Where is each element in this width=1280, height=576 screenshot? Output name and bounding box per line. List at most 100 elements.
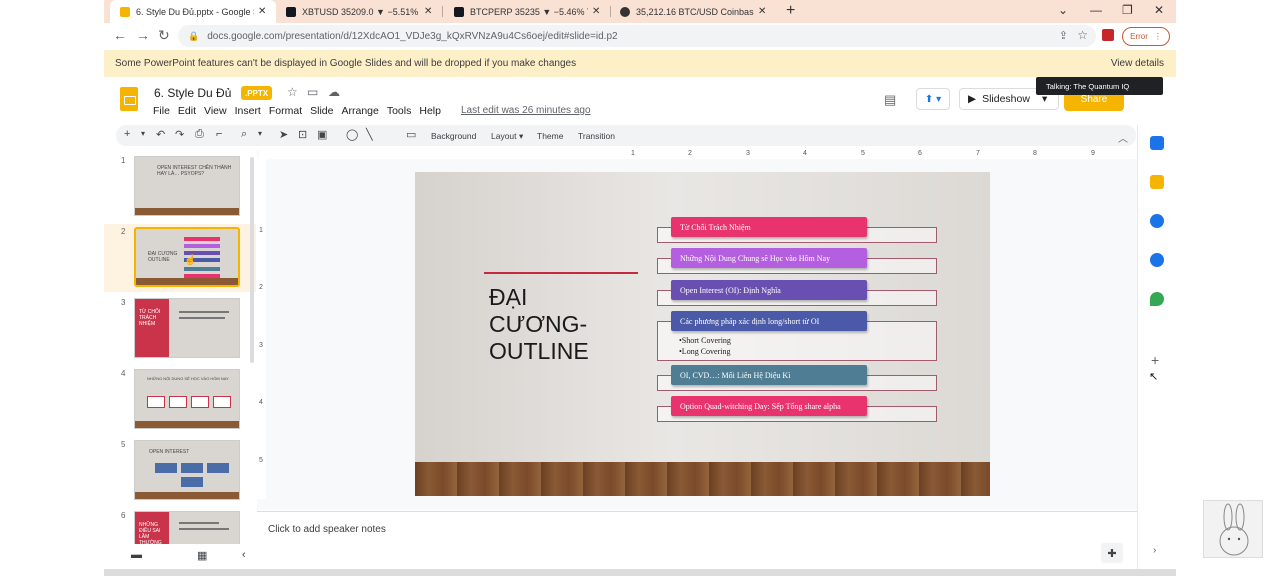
ruler-mark: 8 xyxy=(1033,150,1037,157)
tab-google-slides[interactable]: 6. Style Du Đủ.pptx - Google Slides ✕ xyxy=(110,0,276,23)
select-arrow-icon[interactable]: ➤ xyxy=(279,128,288,141)
tradingview-favicon-icon xyxy=(286,6,296,17)
tab-search-icon[interactable]: ⌄ xyxy=(1058,3,1068,17)
menu-help[interactable]: Help xyxy=(419,105,441,117)
chevron-down-icon[interactable]: ▾ xyxy=(519,131,523,142)
close-tab-icon[interactable]: ✕ xyxy=(758,6,766,17)
line-icon[interactable]: ╲ xyxy=(366,128,373,141)
slide-title[interactable]: ĐẠI CƯƠNG- OUTLINE xyxy=(489,284,589,365)
add-comment-icon[interactable]: ▭ xyxy=(406,128,416,141)
menu-insert[interactable]: Insert xyxy=(235,105,261,117)
zoom-icon[interactable]: ⌕ xyxy=(241,128,247,141)
expand-panel-icon[interactable]: › xyxy=(1153,545,1156,556)
contacts-icon[interactable] xyxy=(1150,253,1164,267)
menu-tools[interactable]: Tools xyxy=(387,105,412,117)
compat-banner: Some PowerPoint features can't be displa… xyxy=(104,50,1176,77)
thumbnail-bar xyxy=(184,237,220,241)
move-folder-icon[interactable]: ▭ xyxy=(307,85,318,99)
document-title[interactable]: 6. Style Du Đủ xyxy=(154,86,231,100)
slide-thumbnail-5[interactable]: OPEN INTEREST xyxy=(134,440,240,500)
minimize-icon[interactable]: — xyxy=(1090,3,1102,17)
outline-item[interactable]: OI, CVD…: Mối Liên Hệ Diệu Kì xyxy=(671,365,867,385)
thumbnail-text: TỪ CHỐI TRÁCH NHIỆM xyxy=(139,309,161,327)
current-slide[interactable]: ĐẠI CƯƠNG- OUTLINE Từ Chối Trách Nhiệm N… xyxy=(415,172,990,496)
tab-coinbase[interactable]: 35,212.16 BTC/USD Coinbase Live ✕ xyxy=(610,0,776,23)
close-tab-icon[interactable]: ✕ xyxy=(258,6,266,17)
comment-history-icon[interactable]: ▤ xyxy=(884,92,896,108)
image-icon[interactable]: ▣ xyxy=(317,128,327,141)
slides-logo-icon[interactable] xyxy=(120,87,138,111)
layout-button[interactable]: Layout xyxy=(491,131,517,141)
slide-thumbnail-3[interactable]: TỪ CHỐI TRÁCH NHIỆM xyxy=(134,298,240,358)
speaker-notes[interactable]: Click to add speaker notes xyxy=(257,511,1137,569)
paint-format-icon[interactable]: ⌐ xyxy=(216,128,222,140)
share-page-icon[interactable]: ⇪ xyxy=(1059,29,1068,42)
thumbnail-text: NHỮNG ĐIỀU SAI LẦM THƯỜNG xyxy=(139,522,162,544)
restore-icon[interactable]: ❐ xyxy=(1122,3,1133,17)
text-box-icon[interactable]: ⊡ xyxy=(298,128,307,141)
ruler-mark: 2 xyxy=(259,284,263,291)
thumbnail-text: OPEN INTEREST xyxy=(149,449,190,455)
forward-icon[interactable]: → xyxy=(136,27,150,43)
outline-item[interactable]: Những Nội Dung Chung sẽ Học vào Hôm Nay xyxy=(671,248,867,268)
maps-icon[interactable] xyxy=(1150,292,1164,306)
menu-file[interactable]: File xyxy=(153,105,170,117)
cloud-status-icon[interactable]: ☁ xyxy=(328,85,340,99)
menu-arrange[interactable]: Arrange xyxy=(341,105,378,117)
slide-filmstrip: 1 OPEN INTEREST CHÊN THÀNH HAY LÀ… PSYOP… xyxy=(104,150,256,544)
outline-subitem[interactable]: •Long Covering xyxy=(679,347,730,356)
filmstrip-scrollbar[interactable] xyxy=(250,157,254,363)
profile-error-button[interactable]: Error ⋮ xyxy=(1122,27,1170,46)
star-icon[interactable]: ☆ xyxy=(287,85,298,99)
keep-icon[interactable] xyxy=(1150,175,1164,189)
menu-view[interactable]: View xyxy=(204,105,227,117)
background-button[interactable]: Background xyxy=(431,131,476,141)
add-ons-plus-icon[interactable]: + xyxy=(1151,352,1159,368)
menu-slide[interactable]: Slide xyxy=(310,105,333,117)
redo-icon[interactable]: ↷ xyxy=(175,128,184,141)
undo-icon[interactable]: ↶ xyxy=(156,128,165,141)
slide-number: 1 xyxy=(121,156,126,165)
hide-filmstrip-icon[interactable]: ‹ xyxy=(242,549,246,561)
outline-item[interactable]: Từ Chối Trách Nhiệm xyxy=(671,217,867,237)
url-field[interactable]: 🔒 docs.google.com/presentation/d/12XdcAO… xyxy=(178,25,1096,47)
bookmark-star-icon[interactable]: ☆ xyxy=(1077,28,1088,42)
close-tab-icon[interactable]: ✕ xyxy=(424,6,432,17)
reload-icon[interactable]: ↻ xyxy=(158,27,170,44)
theme-button[interactable]: Theme xyxy=(537,131,563,141)
close-window-icon[interactable]: ✕ xyxy=(1154,3,1164,17)
grid-view-icon[interactable]: ▦ xyxy=(197,549,207,562)
view-details-link[interactable]: View details xyxy=(1111,58,1164,69)
explore-icon[interactable]: ✚ xyxy=(1101,543,1123,563)
chevron-down-icon[interactable]: ▾ xyxy=(258,129,262,138)
collapse-menus-icon[interactable]: ︿ xyxy=(1118,130,1128,145)
extension-icon[interactable] xyxy=(1102,29,1114,41)
new-slide-icon[interactable]: + xyxy=(124,128,130,140)
outline-item[interactable]: Option Quad-witching Day: Sếp Tổng share… xyxy=(671,396,867,416)
filmstrip-view-icon[interactable]: ▬ xyxy=(131,549,142,561)
tab-btcperp[interactable]: BTCPERP 35235 ▼ −5.46% Trading ✕ xyxy=(444,0,610,23)
present-to-meeting-button[interactable]: ⬆ ▾ xyxy=(916,88,950,110)
tasks-icon[interactable] xyxy=(1150,214,1164,228)
slide-number: 6 xyxy=(121,511,126,520)
chevron-down-icon[interactable]: ▾ xyxy=(141,129,145,138)
print-icon[interactable]: ⎙ xyxy=(195,128,204,141)
thumbnail-floor xyxy=(135,421,239,428)
new-tab-icon[interactable]: + xyxy=(786,2,795,20)
present-icon: ⬆ ▾ xyxy=(924,93,942,105)
last-edit-link[interactable]: Last edit was 26 minutes ago xyxy=(461,105,591,116)
slide-thumbnail-6[interactable]: NHỮNG ĐIỀU SAI LẦM THƯỜNG xyxy=(134,511,240,544)
outline-item[interactable]: Open Interest (OI): Định Nghĩa xyxy=(671,280,867,300)
close-tab-icon[interactable]: ✕ xyxy=(592,6,600,17)
menu-format[interactable]: Format xyxy=(269,105,302,117)
slide-thumbnail-4[interactable]: NHỮNG NỘI DUNG SẼ HỌC VÀO HÔM NAY xyxy=(134,369,240,429)
transition-button[interactable]: Transition xyxy=(578,131,615,141)
shape-icon[interactable]: ◯ xyxy=(346,128,358,141)
outline-subitem[interactable]: •Short Covering xyxy=(679,336,731,345)
calendar-icon[interactable] xyxy=(1150,136,1164,150)
outline-item[interactable]: Các phương pháp xác định long/short từ O… xyxy=(671,311,867,331)
menu-edit[interactable]: Edit xyxy=(178,105,196,117)
slide-thumbnail-1[interactable]: OPEN INTEREST CHÊN THÀNH HAY LÀ… PSYOPS? xyxy=(134,156,240,216)
back-icon[interactable]: ← xyxy=(113,27,127,43)
tab-xbtusd[interactable]: XBTUSD 35209.0 ▼ −5.51% Panda ✕ xyxy=(276,0,442,23)
